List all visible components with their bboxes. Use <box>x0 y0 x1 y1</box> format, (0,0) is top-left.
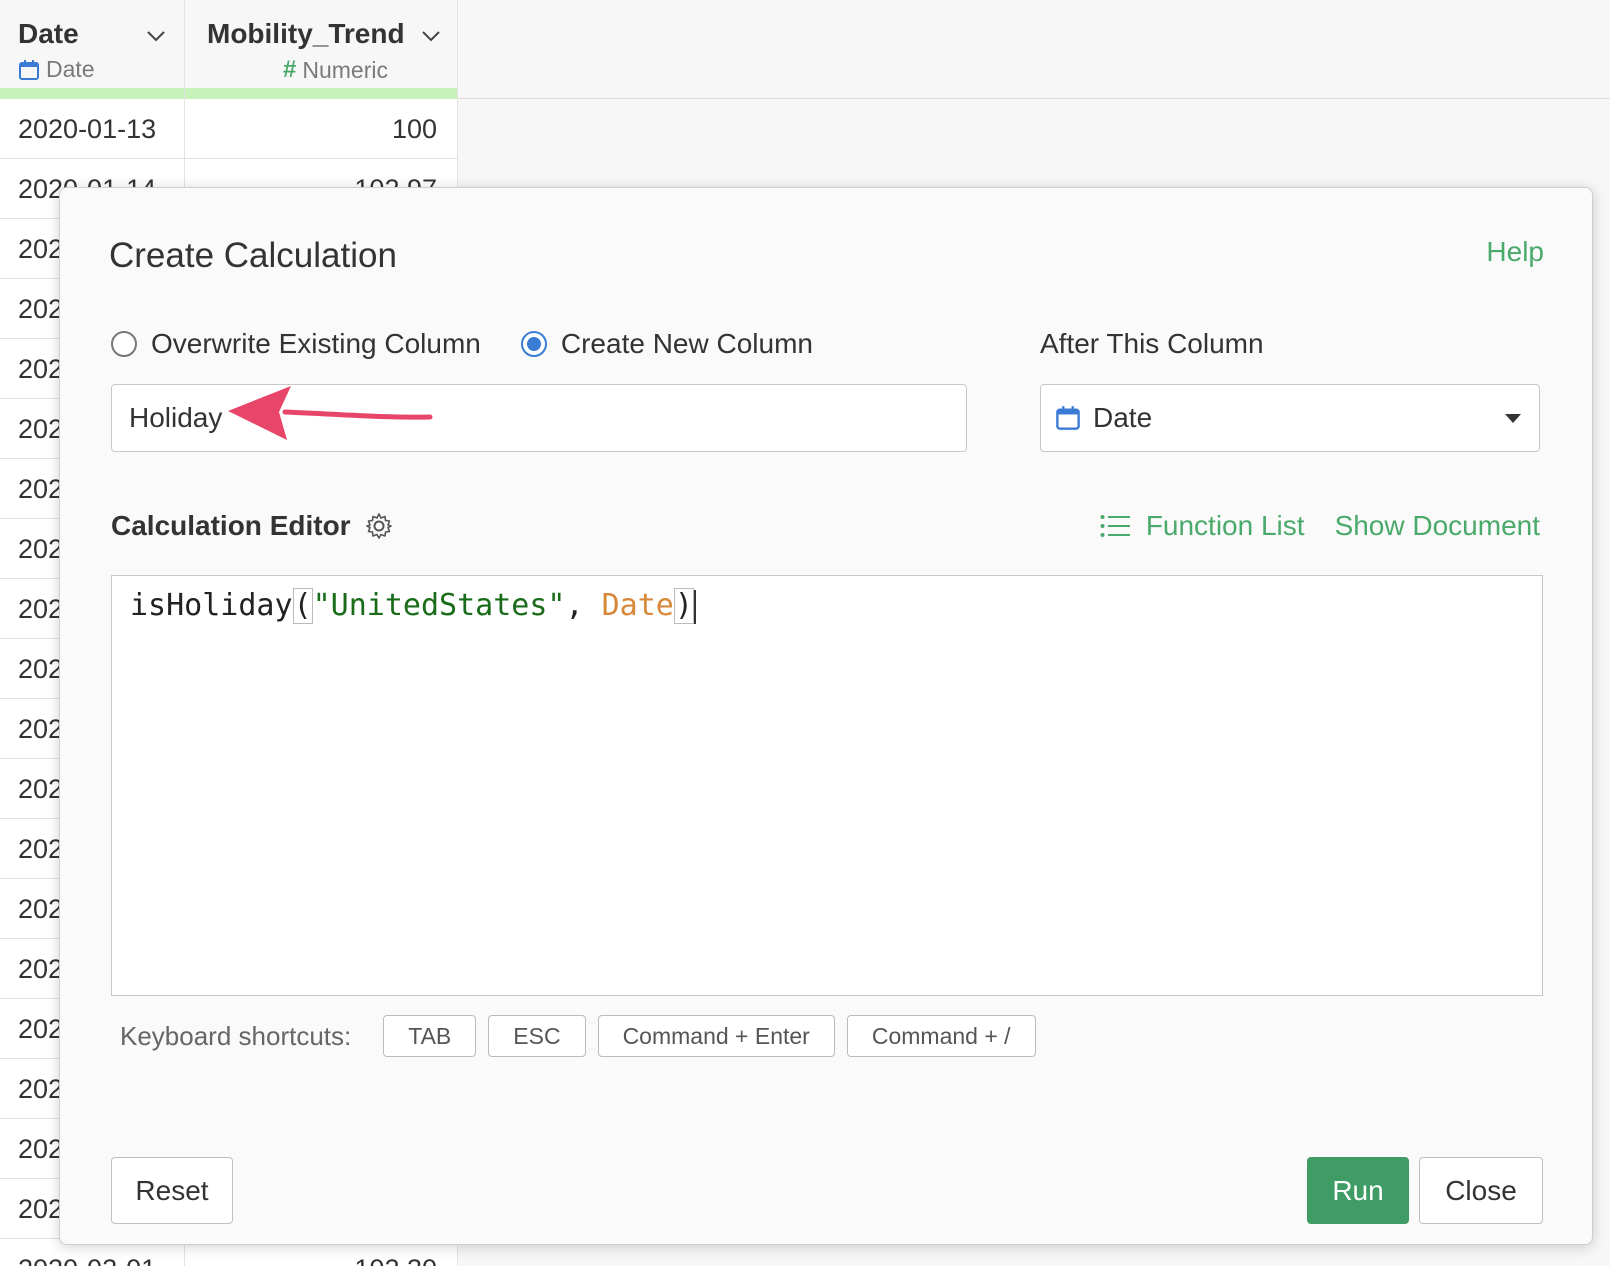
show-document-link[interactable]: Show Document <box>1335 510 1540 542</box>
radio-label: Create New Column <box>560 328 813 359</box>
shortcut-tab-button[interactable]: TAB <box>383 1015 477 1057</box>
shortcuts-label: Keyboard shortcuts: <box>120 1020 352 1051</box>
editor-label-text: Calculation Editor <box>111 510 351 541</box>
code-comma: , <box>565 588 602 623</box>
chevron-down-icon[interactable] <box>419 24 443 48</box>
caret-down-icon[interactable] <box>1505 414 1521 423</box>
run-button[interactable]: Run <box>1307 1157 1409 1224</box>
help-link[interactable]: Help <box>1486 236 1544 268</box>
code-column-argument: Date <box>601 588 674 623</box>
shortcut-command-enter-button[interactable]: Command + Enter <box>597 1015 835 1057</box>
shortcut-esc-button[interactable]: ESC <box>488 1015 586 1057</box>
column-name: Mobility_Trend <box>207 18 405 49</box>
column-type: Date <box>18 56 95 83</box>
calculation-code-editor[interactable]: isHoliday("UnitedStates", Date) <box>111 575 1543 996</box>
column-quality-bar <box>185 88 457 99</box>
radio-circle-selected[interactable] <box>520 331 547 357</box>
reset-button[interactable]: Reset <box>111 1157 233 1224</box>
new-column-name-input[interactable]: Holiday <box>111 384 967 452</box>
calendar-icon <box>1056 406 1080 430</box>
dialog-title: Create Calculation <box>109 236 397 275</box>
text-cursor <box>693 589 696 624</box>
after-column-select[interactable]: Date <box>1040 384 1540 452</box>
selected-column-value: Date <box>1093 402 1153 433</box>
radio-circle[interactable] <box>111 331 137 357</box>
gear-icon[interactable] <box>365 512 393 540</box>
calculation-editor-label: Calculation Editor <box>111 510 393 542</box>
table-row: 2020-01-13 100 <box>0 99 458 159</box>
create-calculation-dialog: Create Calculation Help Overwrite Existi… <box>59 187 1593 1245</box>
function-list-label: Function List <box>1145 510 1305 541</box>
date-cell: 2020-01-13 <box>0 99 185 159</box>
hash-icon: # <box>283 56 297 83</box>
after-column-label: After This Column <box>1040 328 1264 359</box>
shortcut-command-slash-button[interactable]: Command + / <box>846 1015 1036 1057</box>
function-list-link[interactable]: Function List <box>1100 510 1305 542</box>
code-close-paren: ) <box>673 588 694 624</box>
calendar-icon <box>19 59 39 80</box>
column-header-mobility-trend[interactable]: Mobility_Trend # Numeric <box>185 0 458 99</box>
code-open-paren: ( <box>292 588 313 624</box>
code-string-argument: "UnitedStates" <box>312 588 566 623</box>
chevron-down-icon[interactable] <box>144 24 168 48</box>
column-name: Date <box>18 18 79 49</box>
show-document-label: Show Document <box>1334 510 1540 541</box>
radio-overwrite-existing-column[interactable]: Overwrite Existing Column <box>111 328 481 360</box>
column-header-date[interactable]: Date Date <box>0 0 185 99</box>
mode-radio-group: Overwrite Existing Column Create New Col… <box>111 328 853 360</box>
column-type: # Numeric <box>283 56 388 84</box>
app-stage: Date Date Mobility_Trend # Numeric 2020-… <box>0 0 1610 1266</box>
list-icon <box>1100 515 1130 537</box>
column-quality-bar <box>0 88 184 99</box>
radio-create-new-column[interactable]: Create New Column <box>520 328 813 360</box>
column-type-label: Numeric <box>302 56 388 83</box>
radio-label: Overwrite Existing Column <box>151 328 481 359</box>
editor-links: Function List Show Document <box>1100 510 1540 542</box>
code-function-name: isHoliday <box>130 588 293 623</box>
column-type-label: Date <box>46 56 95 82</box>
close-button[interactable]: Close <box>1419 1157 1543 1224</box>
mobility-trend-cell: 100 <box>185 99 458 159</box>
keyboard-shortcuts: Keyboard shortcuts: TAB ESC Command + En… <box>120 1015 1048 1057</box>
